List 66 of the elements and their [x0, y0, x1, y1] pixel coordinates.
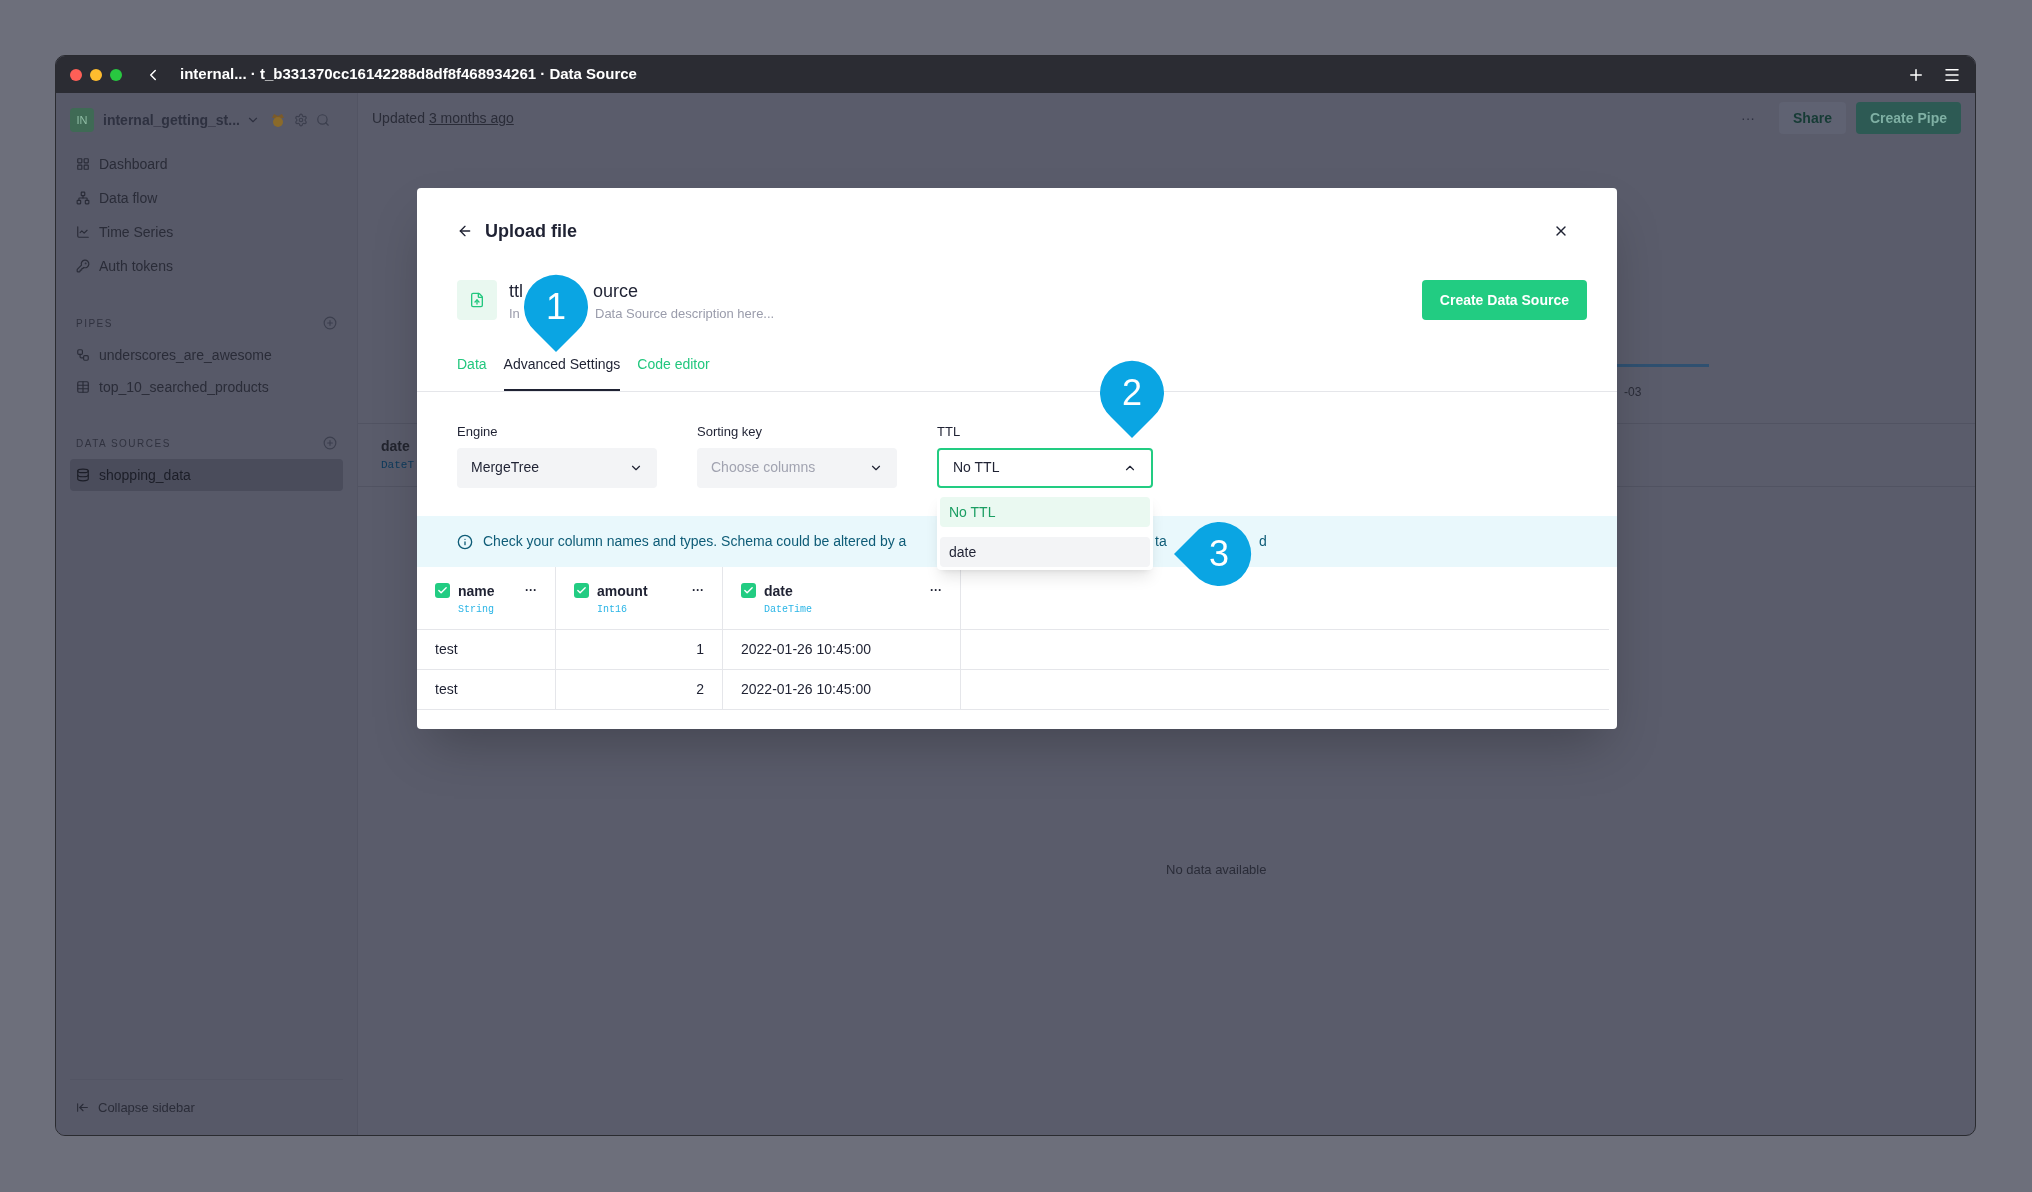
- column-checkbox[interactable]: [741, 583, 756, 598]
- column-menu-button[interactable]: ···: [930, 581, 942, 599]
- list-item-icon: [76, 348, 90, 362]
- column-header[interactable]: amount Int16 ···: [556, 567, 723, 629]
- column-checkbox[interactable]: [435, 583, 450, 598]
- tab[interactable]: Advanced Settings: [503, 354, 621, 391]
- banner-text: Check your column names and types. Schema could be altered by a: [483, 532, 907, 551]
- list-item-icon: [76, 380, 90, 394]
- search-icon[interactable]: [315, 113, 330, 127]
- minimize-window-button[interactable]: [90, 68, 102, 81]
- field-label: Sorting key: [697, 423, 764, 441]
- window-title: internal... · t_b331370cc16142288d8df8f468934261 · Data Source: [180, 64, 637, 85]
- select-field[interactable]: MergeTree: [457, 447, 657, 488]
- field-label: TTL: [937, 423, 962, 441]
- callout-badge: 1: [521, 272, 591, 352]
- tab[interactable]: Data: [457, 354, 487, 391]
- maximize-window-button[interactable]: [110, 68, 122, 81]
- workspace-avatar: IN: [70, 108, 94, 132]
- table-cell: 2: [556, 670, 723, 709]
- back-arrow-icon[interactable]: [457, 223, 473, 239]
- description-placeholder[interactable]: In: [509, 304, 520, 324]
- field-label: Engine: [457, 423, 499, 441]
- callout-badge: 2: [1097, 358, 1167, 438]
- file-upload-icon: [469, 292, 485, 308]
- close-window-button[interactable]: [70, 68, 82, 81]
- callout-badge: 3: [1174, 519, 1254, 589]
- table-cell: 1: [556, 630, 723, 669]
- column-menu-button[interactable]: ···: [525, 581, 537, 599]
- check-icon: [437, 585, 448, 596]
- table-cell: 2022-01-26 10:45:00: [723, 670, 961, 709]
- nav-icon: [76, 157, 90, 171]
- create-pipe-button[interactable]: Create Pipe: [1855, 102, 1961, 134]
- datasource-name: ttl: [509, 280, 523, 303]
- hat-face-icon[interactable]: [269, 112, 286, 128]
- banner-text: ta: [1155, 532, 1167, 551]
- column-name: date: [381, 437, 410, 457]
- banner-text: d: [1259, 532, 1267, 551]
- share-button[interactable]: Share: [1779, 102, 1846, 134]
- dialog-title: Upload file: [485, 219, 577, 243]
- dropdown-option[interactable]: No TTL: [940, 497, 1150, 527]
- column-checkbox[interactable]: [574, 583, 589, 598]
- dropdown-option[interactable]: date: [940, 537, 1150, 567]
- nav-icon: [76, 259, 90, 273]
- create-data-source-button[interactable]: Create Data Source: [1421, 280, 1587, 320]
- more-button[interactable]: ···: [1741, 107, 1756, 129]
- column-header[interactable]: name String ···: [417, 567, 556, 629]
- info-icon: [457, 533, 473, 550]
- add-icon[interactable]: [323, 316, 337, 330]
- datasource-name: ource: [593, 280, 639, 303]
- add-icon[interactable]: [323, 436, 337, 450]
- check-icon: [576, 585, 587, 596]
- description-placeholder[interactable]: Data Source description here...: [595, 304, 775, 324]
- nav-icon: [76, 191, 90, 205]
- select-field[interactable]: Choose columns: [697, 447, 897, 488]
- check-icon: [743, 585, 754, 596]
- table-cell: 2022-01-26 10:45:00: [723, 630, 961, 669]
- list-item-icon: [76, 468, 90, 482]
- nav-icon: [76, 225, 90, 239]
- tab[interactable]: Code editor: [637, 354, 710, 391]
- column-menu-button[interactable]: ···: [692, 581, 704, 599]
- column-type: DateT: [381, 458, 414, 474]
- table-cell: test: [417, 670, 556, 709]
- settings-icon[interactable]: [293, 113, 308, 127]
- select-field[interactable]: No TTL: [937, 447, 1153, 488]
- collapse-icon: [76, 1101, 89, 1114]
- table-cell: test: [417, 630, 556, 669]
